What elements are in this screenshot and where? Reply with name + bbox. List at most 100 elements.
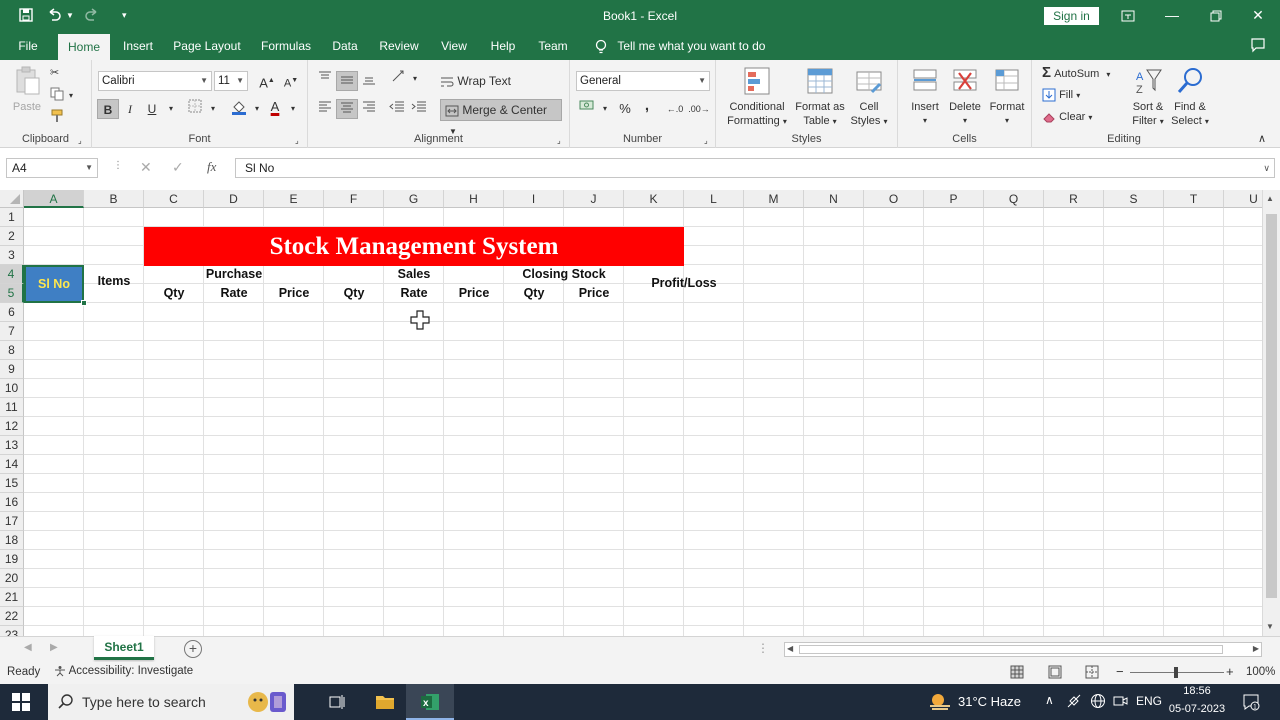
merge-center-button[interactable]: Merge & Center ▼ <box>440 99 562 136</box>
align-left-icon[interactable] <box>314 99 336 119</box>
file-explorer-taskbar-button[interactable] <box>366 684 404 720</box>
column-header-r[interactable]: R <box>1044 190 1104 208</box>
name-box[interactable]: A4 ▼ <box>6 158 98 178</box>
cell-sales-rate[interactable]: Rate <box>384 286 444 300</box>
network-off-icon[interactable] <box>1066 693 1082 712</box>
paste-button[interactable]: Paste <box>10 66 44 114</box>
windows-start-icon[interactable] <box>12 693 30 714</box>
row-header-23[interactable]: 23 <box>0 626 24 636</box>
column-header-c[interactable]: C <box>144 190 204 208</box>
page-break-view-icon[interactable] <box>1085 665 1099 682</box>
number-launcher-icon[interactable]: ⌟ <box>704 134 708 148</box>
column-header-u[interactable]: U <box>1224 190 1262 208</box>
tab-home[interactable]: Home <box>58 34 110 60</box>
font-name-select[interactable]: Calibri ▼ <box>98 71 212 91</box>
weather-icon[interactable] <box>928 692 952 715</box>
sign-in-button[interactable]: Sign in <box>1044 7 1099 25</box>
row-header-9[interactable]: 9 <box>0 360 24 379</box>
expand-formula-icon[interactable]: ∨ <box>1263 159 1270 177</box>
column-header-k[interactable]: K <box>624 190 684 208</box>
column-header-o[interactable]: O <box>864 190 924 208</box>
cell-sales-qty[interactable]: Qty <box>324 286 384 300</box>
increase-indent-icon[interactable] <box>408 99 430 119</box>
row-header-12[interactable]: 12 <box>0 417 24 436</box>
horizontal-scrollbar[interactable]: ◀ ▶ <box>784 642 1262 657</box>
tab-team[interactable]: Team <box>532 32 574 60</box>
align-center-icon[interactable] <box>336 99 358 119</box>
alignment-launcher-icon[interactable]: ⌟ <box>557 134 561 148</box>
add-sheet-icon[interactable]: + <box>184 640 202 658</box>
decrease-indent-icon[interactable] <box>386 99 408 119</box>
horizontal-scroll-thumb[interactable] <box>799 645 1223 654</box>
language-indicator[interactable]: ENG <box>1136 694 1162 708</box>
borders-dropdown-icon[interactable]: ▾ <box>202 99 224 119</box>
selected-cell-sl-no[interactable]: Sl No <box>24 265 84 303</box>
insert-cells-button[interactable]: Insert ▾ <box>906 66 944 128</box>
row-header-13[interactable]: 13 <box>0 436 24 455</box>
cell-purchase-rate[interactable]: Rate <box>204 286 264 300</box>
decrease-font-icon[interactable]: A▼ <box>280 71 302 91</box>
row-header-8[interactable]: 8 <box>0 341 24 360</box>
format-painter-icon[interactable] <box>50 109 64 127</box>
cell-styles-button[interactable]: Cell Styles ▾ <box>848 66 890 129</box>
row-header-15[interactable]: 15 <box>0 474 24 493</box>
zoom-in-icon[interactable]: + <box>1226 664 1234 679</box>
tab-page-layout[interactable]: Page Layout <box>170 32 244 60</box>
cell-purchase-price[interactable]: Price <box>264 286 324 300</box>
fill-button[interactable]: Fill ▾ <box>1042 88 1080 103</box>
cell-purchase-qty[interactable]: Qty <box>144 286 204 300</box>
sheet-tab-sheet1[interactable]: Sheet1 <box>94 636 154 660</box>
increase-font-icon[interactable]: A▲ <box>256 71 278 91</box>
column-header-n[interactable]: N <box>804 190 864 208</box>
clear-button[interactable]: Clear ▾ <box>1042 110 1092 125</box>
maximize-button[interactable] <box>1194 0 1238 32</box>
column-header-d[interactable]: D <box>204 190 264 208</box>
row-header-19[interactable]: 19 <box>0 550 24 569</box>
wrap-text-button[interactable]: Wrap Text <box>440 72 511 90</box>
cell-purchase[interactable]: Purchase <box>144 267 324 281</box>
scroll-right-icon[interactable]: ▶ <box>1253 644 1259 653</box>
increase-decimal-icon[interactable]: ←.0 <box>664 99 686 119</box>
column-header-a[interactable]: A <box>24 190 84 208</box>
row-header-6[interactable]: 6 <box>0 303 24 322</box>
notifications-icon[interactable]: 1 <box>1242 693 1260 714</box>
tab-review[interactable]: Review <box>374 32 424 60</box>
column-header-s[interactable]: S <box>1104 190 1164 208</box>
row-header-11[interactable]: 11 <box>0 398 24 417</box>
show-hidden-icons[interactable]: ∧ <box>1045 693 1054 707</box>
row-header-5[interactable]: 5 <box>0 284 24 303</box>
number-format-select[interactable]: General ▼ <box>576 71 710 91</box>
row-header-18[interactable]: 18 <box>0 531 24 550</box>
clock-time[interactable]: 18:56 <box>1168 685 1226 697</box>
undo-icon[interactable] <box>46 6 62 23</box>
row-header-7[interactable]: 7 <box>0 322 24 341</box>
find-select-button[interactable]: Find & Select ▾ <box>1168 66 1212 129</box>
row-header-3[interactable]: 3 <box>0 246 24 265</box>
percent-icon[interactable]: % <box>614 99 636 119</box>
prev-sheet-icon[interactable]: ◀ <box>24 642 32 653</box>
cell-closing-price[interactable]: Price <box>564 286 624 300</box>
row-header-16[interactable]: 16 <box>0 493 24 512</box>
row-header-22[interactable]: 22 <box>0 607 24 626</box>
row-header-10[interactable]: 10 <box>0 379 24 398</box>
zoom-level[interactable]: 100% <box>1246 666 1275 678</box>
column-header-q[interactable]: Q <box>984 190 1044 208</box>
tab-insert[interactable]: Insert <box>116 32 160 60</box>
sort-filter-button[interactable]: AZ Sort & Filter ▾ <box>1126 66 1170 129</box>
zoom-slider-thumb[interactable] <box>1174 667 1178 678</box>
close-button[interactable]: ✕ <box>1236 0 1280 32</box>
column-header-j[interactable]: J <box>564 190 624 208</box>
tab-view[interactable]: View <box>434 32 474 60</box>
accounting-dropdown-icon[interactable]: ▾ <box>594 99 616 119</box>
vertical-scroll-thumb[interactable] <box>1266 214 1277 598</box>
tab-split-icon[interactable]: ⋮ <box>757 641 769 655</box>
column-header-e[interactable]: E <box>264 190 324 208</box>
align-bottom-icon[interactable] <box>358 71 380 91</box>
cell-closing-stock[interactable]: Closing Stock <box>504 267 624 281</box>
normal-view-icon[interactable] <box>1010 665 1024 682</box>
format-cells-button[interactable]: Format ▾ <box>986 66 1028 128</box>
taskbar-search[interactable]: Type here to search <box>48 684 294 720</box>
align-middle-icon[interactable] <box>336 71 358 91</box>
align-top-icon[interactable] <box>314 69 336 89</box>
comma-icon[interactable]: , <box>636 96 658 116</box>
